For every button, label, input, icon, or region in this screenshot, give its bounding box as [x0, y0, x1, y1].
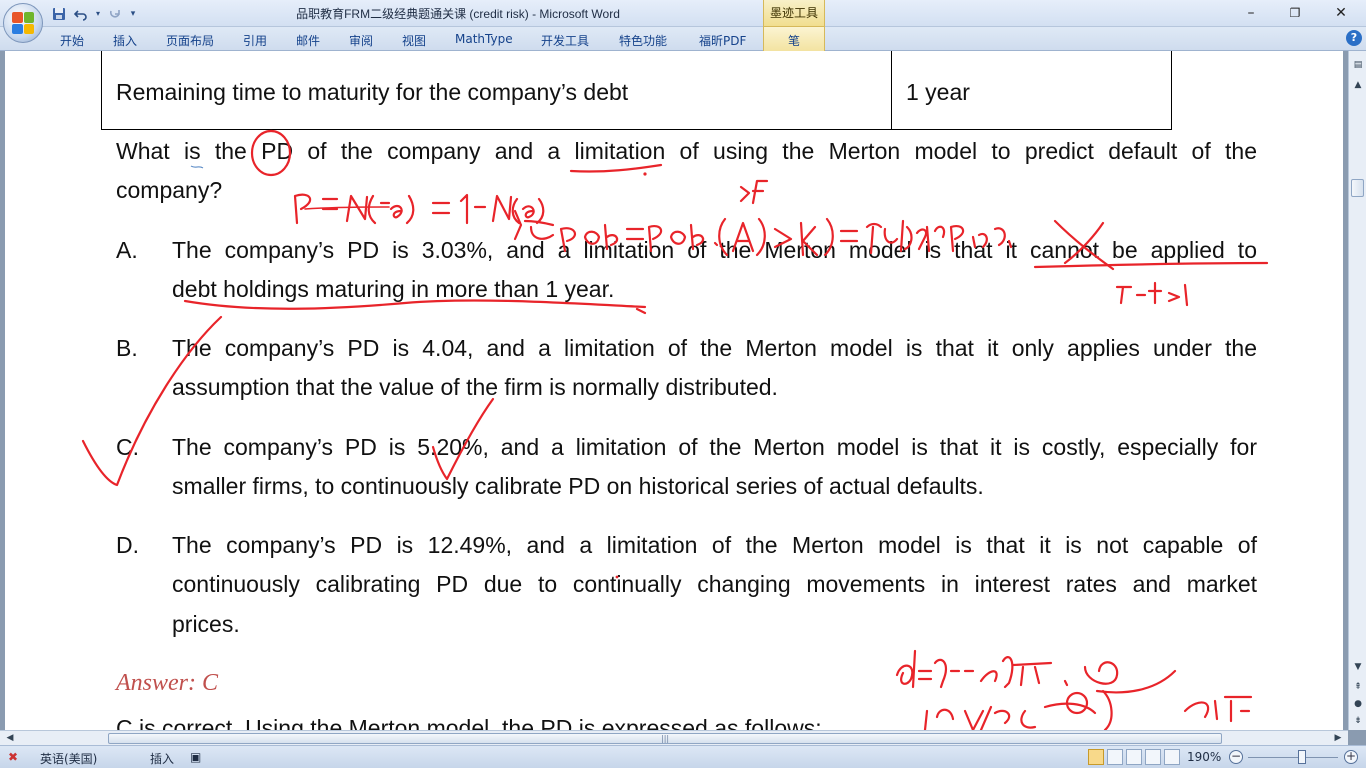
- spell-check-squiggle: [190, 165, 204, 169]
- vertical-scroll-thumb[interactable]: [1351, 179, 1364, 197]
- title-bar: ▾ ▾ 品职教育FRM二级经典题通关课 (credit risk) - Micr…: [0, 0, 1366, 27]
- option-b-line-1: The company’s PD is 4.04, and a limitati…: [172, 335, 1257, 361]
- table-cell-label-text: Remaining time to maturity for the compa…: [116, 79, 629, 105]
- scroll-down-icon[interactable]: ▼: [1350, 659, 1366, 675]
- question-line-1: What is the PD of the company and a limi…: [116, 138, 1257, 164]
- proofing-icon[interactable]: ✖: [8, 750, 18, 764]
- option-a-letter: A.: [116, 237, 138, 263]
- language-indicator[interactable]: 英语(美国): [40, 750, 97, 767]
- zoom-slider-thumb[interactable]: [1298, 750, 1306, 764]
- option-d-line-1: The company’s PD is 12.49%, and a limita…: [172, 532, 1257, 558]
- tab-developer[interactable]: 开发工具: [541, 32, 589, 49]
- question-line-2: company?: [116, 177, 223, 203]
- tab-page-layout[interactable]: 页面布局: [166, 32, 214, 49]
- scroll-grip-icon: |||: [661, 734, 670, 743]
- option-c-line-2: smaller firms, to continuously calibrate…: [172, 473, 984, 499]
- tab-mathtype[interactable]: MathType: [455, 32, 513, 46]
- zoom-level[interactable]: 190%: [1187, 750, 1221, 764]
- full-screen-reading-view-button[interactable]: [1107, 749, 1123, 765]
- draft-view-button[interactable]: [1164, 749, 1180, 765]
- d1-formula-ink: [1083, 661, 1177, 694]
- option-d-letter: D.: [116, 532, 139, 558]
- ink-tools-header: 墨迹工具: [763, 0, 825, 27]
- tab-home[interactable]: 开始: [60, 32, 84, 49]
- status-bar: ✖ 英语(美国) 插入 ▣ 190% − +: [0, 745, 1366, 768]
- office-logo-icon: [12, 12, 34, 34]
- vertical-scrollbar[interactable]: ▤ ▲ ▼ ⇞ ● ⇟: [1348, 51, 1366, 730]
- horizontal-scroll-thumb[interactable]: |||: [108, 733, 1222, 744]
- explanation-text: C is correct. Using the Merton model, th…: [116, 715, 822, 730]
- tab-pen[interactable]: 笔: [763, 27, 825, 51]
- limitation-underline-ink: [569, 163, 663, 173]
- office-button[interactable]: [3, 3, 43, 43]
- table-cell-value-text: 1 year: [906, 79, 970, 105]
- ruler-toggle-icon[interactable]: ▤: [1350, 57, 1366, 73]
- restore-button[interactable]: ❐: [1272, 0, 1318, 26]
- document-page[interactable]: Remaining time to maturity for the compa…: [5, 51, 1343, 730]
- select-browse-object-icon[interactable]: ●: [1350, 696, 1366, 712]
- option-a-line-2: debt holdings maturing in more than 1 ye…: [172, 276, 615, 302]
- tab-references[interactable]: 引用: [243, 32, 267, 49]
- tab-view[interactable]: 视图: [402, 32, 426, 49]
- minimize-button[interactable]: –: [1228, 0, 1274, 26]
- option-b-letter: B.: [116, 335, 138, 361]
- insert-mode-indicator[interactable]: 插入: [150, 750, 174, 767]
- answer-label: Answer: C: [116, 670, 218, 696]
- next-page-icon[interactable]: ⇟: [1350, 713, 1366, 729]
- table-row: Remaining time to maturity for the compa…: [101, 51, 1172, 130]
- tab-mailings[interactable]: 邮件: [296, 32, 320, 49]
- tab-foxit-pdf[interactable]: 福昕PDF: [699, 32, 746, 49]
- option-d-line-3: prices.: [172, 611, 240, 637]
- macro-record-icon[interactable]: ▣: [190, 750, 201, 764]
- t-minus-t-ink: [1115, 281, 1189, 307]
- horizontal-scrollbar[interactable]: ◀ ||| ▶: [0, 730, 1348, 745]
- option-a-line-1: The company’s PD is 3.03%, and a limitat…: [172, 237, 1257, 263]
- tab-special-features[interactable]: 特色功能: [619, 32, 667, 49]
- web-layout-view-button[interactable]: [1126, 749, 1142, 765]
- option-c-line-1: The company’s PD is 5.20%, and a limitat…: [172, 434, 1257, 460]
- option-b-line-2: assumption that the value of the firm is…: [172, 374, 778, 400]
- arrow-f-ink: [739, 179, 769, 205]
- scroll-right-icon[interactable]: ▶: [1330, 730, 1346, 746]
- scroll-up-icon[interactable]: ▲: [1350, 77, 1366, 93]
- zoom-out-button[interactable]: −: [1229, 750, 1243, 764]
- option-d-line-2: continuously calibrating PD due to conti…: [172, 571, 1257, 597]
- zoom-in-button[interactable]: +: [1344, 750, 1358, 764]
- ribbon-tabs: 开始 插入 页面布局 引用 邮件 审阅 视图 MathType 开发工具 特色功…: [0, 27, 1366, 51]
- help-icon[interactable]: ?: [1346, 30, 1362, 46]
- option-c-letter: C.: [116, 434, 139, 460]
- tab-review[interactable]: 审阅: [349, 32, 373, 49]
- d2-formula-ink: [895, 649, 1069, 689]
- zoom-slider-track[interactable]: [1248, 757, 1338, 758]
- document-area: Remaining time to maturity for the compa…: [0, 51, 1348, 730]
- close-button[interactable]: ✕: [1318, 0, 1364, 26]
- scroll-left-icon[interactable]: ◀: [2, 730, 18, 746]
- print-layout-view-button[interactable]: [1088, 749, 1104, 765]
- outline-view-button[interactable]: [1145, 749, 1161, 765]
- previous-page-icon[interactable]: ⇞: [1350, 679, 1366, 695]
- formula-pd-ink: [293, 193, 312, 225]
- tab-insert[interactable]: 插入: [113, 32, 137, 49]
